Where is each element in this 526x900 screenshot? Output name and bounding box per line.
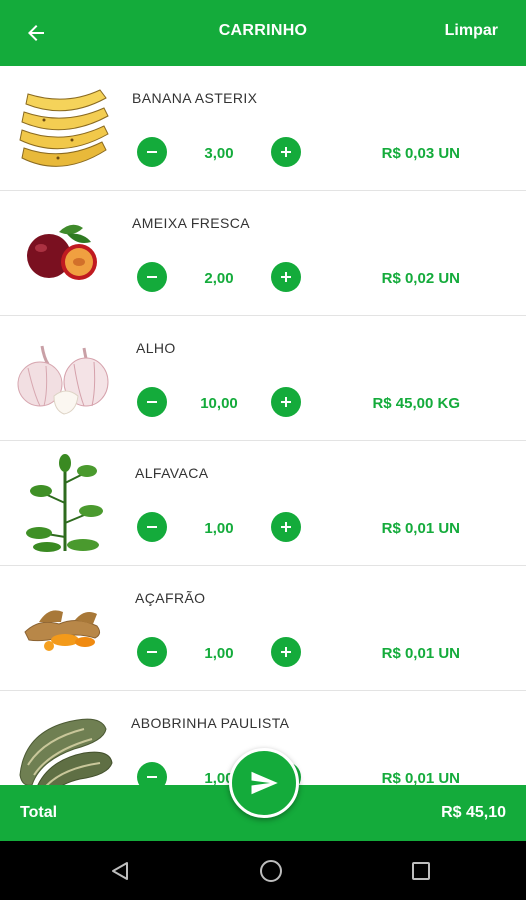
cart-item: ALFAVACA 1,00 R$ 0,01 UN — [0, 441, 526, 566]
app-bar: CARRINHO Limpar — [0, 0, 526, 66]
minus-icon — [147, 276, 157, 278]
product-image-banana — [12, 78, 116, 178]
nav-recents-button[interactable] — [405, 855, 437, 887]
cart-list[interactable]: BANANA ASTERIX 3,00 R$ 0,03 UN AMEIXA FR… — [0, 66, 526, 785]
decrease-quantity-button[interactable] — [137, 137, 167, 167]
minus-icon — [147, 526, 157, 528]
product-image-zucchini — [12, 703, 116, 785]
minus-icon — [147, 401, 157, 403]
cart-item: BANANA ASTERIX 3,00 R$ 0,03 UN — [0, 66, 526, 191]
plus-icon — [281, 522, 291, 532]
product-image-garlic — [12, 328, 116, 428]
plus-icon — [281, 147, 291, 157]
nav-back-icon — [112, 862, 128, 880]
plus-icon — [281, 647, 291, 657]
nav-home-button[interactable] — [255, 855, 287, 887]
increase-quantity-button[interactable] — [271, 637, 301, 667]
increase-quantity-button[interactable] — [271, 137, 301, 167]
minus-icon — [147, 651, 157, 653]
quantity-value: 10,00 — [200, 395, 238, 412]
decrease-quantity-button[interactable] — [137, 262, 167, 292]
product-image-basil — [12, 453, 116, 553]
quantity-value: 1,00 — [204, 645, 234, 662]
product-name: BANANA ASTERIX — [132, 90, 258, 106]
product-name: ALFAVACA — [135, 465, 209, 481]
decrease-quantity-button[interactable] — [137, 762, 167, 785]
nav-home-icon — [260, 860, 282, 882]
minus-icon — [147, 776, 157, 778]
product-name: ABOBRINHA PAULISTA — [131, 715, 290, 731]
minus-icon — [147, 151, 157, 153]
send-order-button[interactable] — [229, 748, 299, 818]
unit-price: R$ 0,01 UN — [381, 520, 460, 537]
decrease-quantity-button[interactable] — [137, 637, 167, 667]
product-name: ALHO — [136, 340, 176, 356]
system-nav-bar — [0, 841, 526, 900]
plus-icon — [281, 272, 291, 282]
total-value: R$ 45,10 — [441, 804, 506, 821]
unit-price: R$ 0,02 UN — [381, 270, 460, 287]
increase-quantity-button[interactable] — [271, 512, 301, 542]
unit-price: R$ 0,03 UN — [381, 145, 460, 162]
increase-quantity-button[interactable] — [271, 387, 301, 417]
quantity-value: 2,00 — [204, 270, 234, 287]
total-label: Total — [20, 804, 58, 821]
decrease-quantity-button[interactable] — [137, 387, 167, 417]
back-button[interactable] — [18, 15, 54, 51]
quantity-value: 1,00 — [204, 520, 234, 537]
decrease-quantity-button[interactable] — [137, 512, 167, 542]
product-name: AMEIXA FRESCA — [132, 215, 251, 231]
plus-icon — [281, 397, 291, 407]
nav-back-button[interactable] — [104, 855, 136, 887]
quantity-value: 3,00 — [204, 145, 234, 162]
unit-price: R$ 0,01 UN — [381, 645, 460, 662]
unit-price: R$ 0,01 UN — [381, 770, 460, 785]
cart-item: AMEIXA FRESCA 2,00 R$ 0,02 UN — [0, 191, 526, 316]
arrow-left-icon — [28, 25, 44, 41]
clear-cart-button[interactable]: Limpar — [445, 22, 498, 40]
cart-item: AÇAFRÃO 1,00 R$ 0,01 UN — [0, 566, 526, 691]
product-name: AÇAFRÃO — [135, 590, 206, 606]
product-image-plum — [12, 203, 116, 303]
product-image-turmeric — [12, 578, 116, 678]
increase-quantity-button[interactable] — [271, 262, 301, 292]
nav-recents-icon — [412, 862, 430, 880]
cart-item: ALHO 10,00 R$ 45,00 KG — [0, 316, 526, 441]
unit-price: R$ 45,00 KG — [372, 395, 460, 412]
send-icon — [251, 771, 278, 795]
